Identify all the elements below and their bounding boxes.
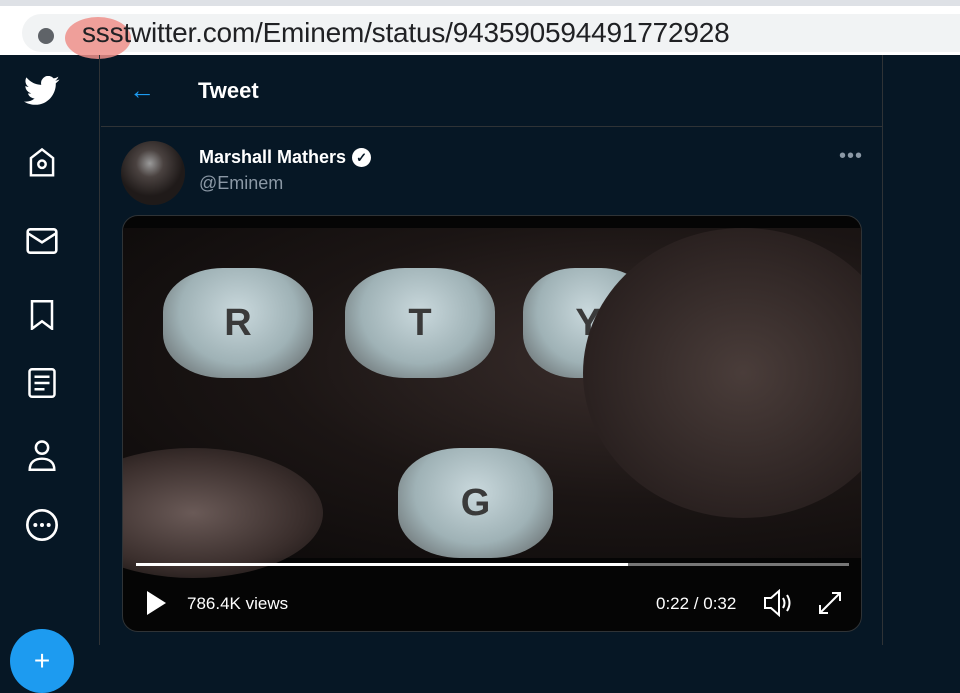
video-frame: R T Y G	[123, 228, 861, 578]
author-name[interactable]: Marshall Mathers	[199, 147, 346, 168]
play-icon[interactable]	[145, 590, 167, 621]
author-handle[interactable]: @Eminem	[199, 173, 283, 194]
video-progress-bar[interactable]	[136, 563, 849, 566]
author-name-row[interactable]: Marshall Mathers ✓	[199, 147, 372, 168]
video-player[interactable]: R T Y G 786.4K views 0:22 / 0:32	[122, 215, 862, 632]
browser-address-bar: ssstwitter.com/Eminem/status/94359059449…	[0, 0, 960, 59]
fullscreen-icon[interactable]	[817, 590, 843, 621]
sidebar: +	[0, 55, 100, 693]
lists-icon[interactable]	[24, 365, 60, 401]
keycap-r: R	[163, 268, 313, 378]
more-options-icon[interactable]: •••	[839, 145, 863, 168]
twitter-bird-icon[interactable]	[24, 73, 60, 109]
avatar[interactable]	[121, 141, 185, 205]
keycap-g: G	[398, 448, 553, 558]
feather-plus-icon: +	[33, 645, 51, 676]
globe-icon	[38, 28, 54, 44]
finger	[123, 448, 323, 578]
bookmark-icon[interactable]	[24, 297, 60, 333]
main-column: ← Tweet Marshall Mathers ✓ @Eminem ••• R …	[101, 55, 883, 645]
video-time: 0:22 / 0:32	[656, 594, 737, 613]
verified-badge-icon: ✓	[352, 148, 372, 167]
messages-icon[interactable]	[24, 223, 60, 259]
hand	[583, 228, 861, 518]
page-title: Tweet	[198, 78, 259, 103]
header: ← Tweet	[101, 55, 882, 127]
keycap-t: T	[345, 268, 495, 378]
view-count: 786.4K views	[187, 594, 289, 613]
profile-icon[interactable]	[24, 437, 60, 473]
back-arrow-icon[interactable]: ←	[129, 75, 155, 106]
more-icon[interactable]	[24, 507, 60, 543]
url-text[interactable]: ssstwitter.com/Eminem/status/94359059449…	[82, 17, 730, 49]
volume-icon[interactable]	[763, 588, 795, 622]
progress-fill	[136, 563, 628, 566]
home-icon[interactable]	[24, 145, 60, 181]
compose-tweet-button[interactable]: +	[10, 629, 74, 693]
